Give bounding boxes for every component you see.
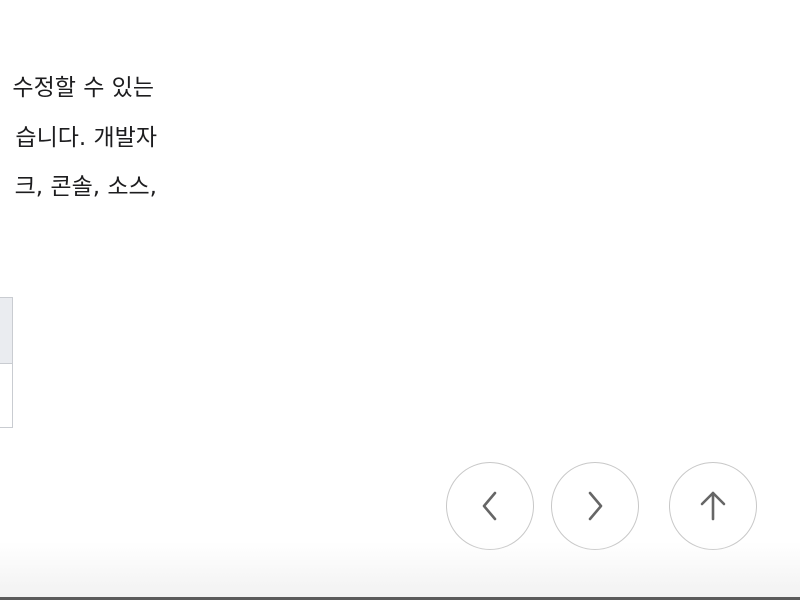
article-line: 수정할 수 있는 — [12, 75, 154, 101]
article-line: 습니다. 개발자 — [15, 125, 157, 151]
next-button[interactable] — [551, 462, 639, 550]
previous-button[interactable] — [446, 462, 534, 550]
table-header-edge — [0, 298, 12, 364]
bottom-fade — [0, 542, 800, 600]
arrow-up-icon — [697, 488, 729, 524]
article-line: 크, 콘솔, 소스, — [14, 174, 157, 200]
scroll-to-top-button[interactable] — [669, 462, 757, 550]
chevron-right-icon — [583, 488, 607, 524]
table-edge — [0, 297, 13, 428]
page: 수정할 수 있는 습니다. 개발자 크, 콘솔, 소스, — [0, 0, 800, 600]
chevron-left-icon — [478, 488, 502, 524]
